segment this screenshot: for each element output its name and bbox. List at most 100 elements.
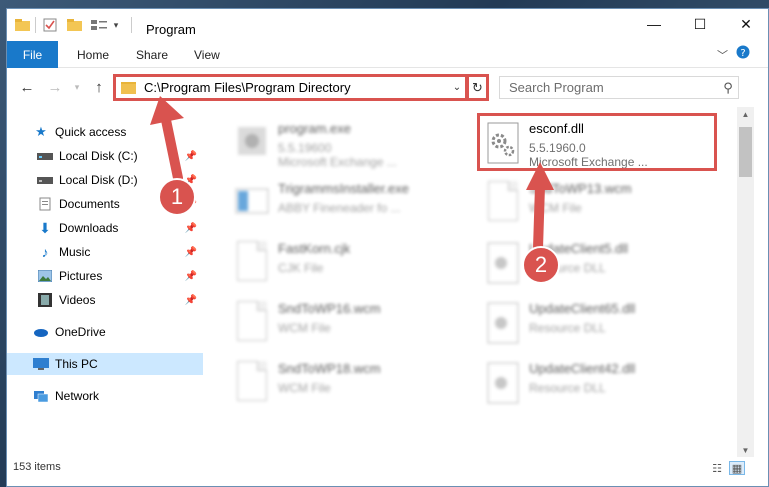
address-bar[interactable]: C:\Program Files\Program Directory ⌄ <box>113 74 468 101</box>
tab-view[interactable]: View <box>194 41 220 68</box>
svg-text:?: ? <box>740 48 745 59</box>
network-icon <box>33 389 49 403</box>
file-item[interactable]: FastKorn.cjk CJK File <box>228 235 468 293</box>
file-name: UpdateClient42.dll <box>529 361 636 376</box>
details-view-icon[interactable]: ☷ <box>709 461 725 475</box>
scroll-down-icon[interactable]: ▼ <box>737 443 754 457</box>
tab-share[interactable]: Share <box>136 41 168 68</box>
sidebar-item-this-pc[interactable]: This PC <box>7 353 203 375</box>
file-item[interactable]: UpdateClient5.dll Resource DLL <box>479 235 719 293</box>
ribbon: File Home Share View ﹀ ? <box>7 41 768 68</box>
file-type: WCM File <box>278 381 331 395</box>
scroll-thumb[interactable] <box>739 127 752 177</box>
minimize-button[interactable]: — <box>631 9 677 39</box>
scroll-up-icon[interactable]: ▲ <box>737 107 754 121</box>
tab-home[interactable]: Home <box>77 41 109 68</box>
file-explorer-window: ▾ Program — ☐ ✕ File Home Share View ﹀ ?… <box>6 8 769 487</box>
sidebar-item-network[interactable]: Network <box>7 385 203 407</box>
pin-icon[interactable]: 📌 <box>185 271 197 282</box>
large-icons-view-icon[interactable]: ▦ <box>729 461 745 475</box>
properties-icon[interactable] <box>42 17 58 33</box>
folder-icon <box>121 81 136 94</box>
music-icon: ♪ <box>41 244 49 260</box>
file-name: FastKorn.cjk <box>278 241 351 256</box>
pictures-icon <box>37 269 53 283</box>
file-name: SndToWP16.wcm <box>278 301 381 316</box>
sidebar-item-label: Music <box>59 245 91 259</box>
document-icon <box>485 181 521 225</box>
sidebar-item-label: This PC <box>55 357 98 371</box>
vertical-scrollbar[interactable]: ▲ ▼ <box>737 107 754 457</box>
title-bar: ▾ Program — ☐ ✕ <box>7 9 768 41</box>
sidebar-item-label: Documents <box>59 197 120 211</box>
drive-icon <box>37 149 53 163</box>
divider <box>131 17 132 33</box>
up-arrow-icon[interactable]: ↑ <box>89 78 109 96</box>
file-type: WCM File <box>278 321 331 335</box>
file-item[interactable]: program.exe 5.5.19600 Microsoft Exchange… <box>228 115 468 173</box>
customize-chevron-down-icon[interactable]: ▾ <box>111 17 121 33</box>
file-item[interactable]: SndToWP13.wcm WCM File <box>479 175 719 233</box>
file-description: Microsoft Exchange ... <box>278 155 397 169</box>
dll-gear-icon <box>485 241 521 285</box>
file-type: Resource DLL <box>529 321 606 335</box>
recent-chevron-down-icon[interactable]: ▾ <box>67 78 87 96</box>
sidebar-item-label: Network <box>55 389 100 403</box>
sidebar-item-label: Local Disk (D:) <box>59 173 138 187</box>
maximize-button[interactable]: ☐ <box>677 9 723 39</box>
close-button[interactable]: ✕ <box>723 9 768 39</box>
pin-icon[interactable]: 📌 <box>185 151 197 162</box>
new-folder-icon[interactable] <box>67 17 83 33</box>
refresh-button[interactable]: ↻ <box>466 74 489 101</box>
file-item[interactable]: UpdateClient65.dll Resource DLL <box>479 295 719 353</box>
file-item[interactable]: UpdateClient42.dll Resource DLL <box>479 355 719 413</box>
tab-file[interactable]: File <box>7 41 58 68</box>
dll-gear-icon <box>485 361 521 405</box>
file-type: CJK File <box>278 261 324 275</box>
sidebar-item-pictures[interactable]: Pictures 📌 <box>7 265 203 287</box>
sidebar-item-onedrive[interactable]: OneDrive <box>7 321 203 343</box>
back-arrow-icon[interactable]: ← <box>17 78 37 96</box>
sidebar-item-label: Quick access <box>55 125 127 139</box>
help-icon[interactable]: ? <box>736 45 750 62</box>
file-item[interactable]: SndToWP18.wcm WCM File <box>228 355 468 413</box>
cloud-icon <box>33 325 49 339</box>
refresh-icon: ↻ <box>472 79 483 95</box>
pin-icon[interactable]: 📌 <box>185 247 197 258</box>
file-version: 5.5.19600 <box>278 141 332 155</box>
star-icon: ★ <box>35 124 47 139</box>
highlight-esconf-dll <box>477 113 717 171</box>
step-1-badge: 1 <box>158 178 196 216</box>
sidebar-item-music[interactable]: ♪ Music 📌 <box>7 241 203 263</box>
pin-icon[interactable]: 📌 <box>185 223 197 234</box>
folder-icon[interactable] <box>15 17 31 33</box>
search-placeholder: Search Program <box>509 80 604 95</box>
sidebar-item-label: Pictures <box>59 269 103 283</box>
address-chevron-down-icon[interactable]: ⌄ <box>449 82 465 93</box>
search-input[interactable]: Search Program ⚲ <box>499 76 739 99</box>
address-path: C:\Program Files\Program Directory <box>144 80 351 95</box>
file-name: SndToWP18.wcm <box>278 361 381 376</box>
download-icon: ⬇ <box>39 219 51 236</box>
drive-icon <box>37 173 53 187</box>
expand-ribbon-chevron-icon[interactable]: ﹀ <box>717 47 728 63</box>
file-name: UpdateClient65.dll <box>529 301 636 316</box>
sidebar-item-quick-access[interactable]: ★ Quick access <box>7 121 203 143</box>
sidebar-item-downloads[interactable]: ⬇ Downloads 📌 <box>7 217 203 239</box>
view-options-icon[interactable] <box>89 17 109 33</box>
window-title: Program <box>146 22 196 37</box>
computer-icon <box>33 357 49 371</box>
pin-icon[interactable]: 📌 <box>185 295 197 306</box>
sidebar-item-label: Local Disk (C:) <box>59 149 138 163</box>
file-item[interactable]: SndToWP16.wcm WCM File <box>228 295 468 353</box>
document-icon <box>234 301 270 345</box>
address-row: ← → ▾ ↑ C:\Program Files\Program Directo… <box>7 69 768 105</box>
file-name: program.exe <box>278 121 351 136</box>
sidebar-item-videos[interactable]: Videos 📌 <box>7 289 203 311</box>
videos-icon <box>37 293 53 307</box>
sidebar-item-local-disk-c[interactable]: Local Disk (C:) 📌 <box>7 145 203 167</box>
file-item[interactable]: TrigrammsInstaller.exe ABBY Fineneader f… <box>228 175 468 233</box>
documents-icon <box>37 197 53 211</box>
forward-arrow-icon[interactable]: → <box>45 78 65 96</box>
document-icon <box>234 361 270 405</box>
